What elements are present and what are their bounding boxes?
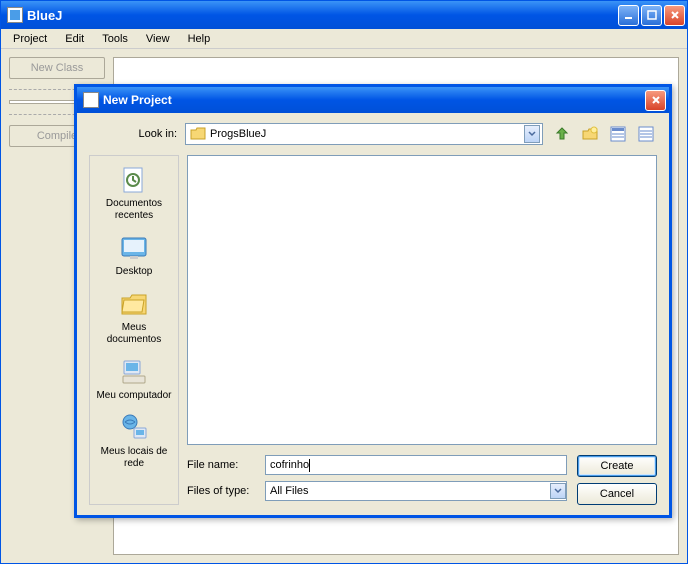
my-documents-icon: [118, 288, 150, 320]
my-computer-icon: [118, 356, 150, 388]
dialog-title: New Project: [103, 93, 645, 107]
files-of-type-label: Files of type:: [187, 485, 257, 497]
desktop-icon: [118, 232, 150, 264]
maximize-button[interactable]: [641, 5, 662, 26]
place-label: Desktop: [116, 266, 153, 278]
look-in-label: Look in:: [89, 128, 177, 140]
file-name-row: File name: cofrinho: [187, 455, 567, 475]
menu-edit[interactable]: Edit: [57, 31, 92, 47]
create-button[interactable]: Create: [577, 455, 657, 477]
files-of-type-value: All Files: [270, 485, 309, 497]
places-bar: Documentos recentes Desktop Meus documen…: [89, 155, 179, 505]
file-name-label: File name:: [187, 459, 257, 471]
place-label: Meus documentos: [94, 322, 174, 346]
place-my-documents[interactable]: Meus documentos: [92, 284, 176, 350]
close-button[interactable]: [664, 5, 685, 26]
files-of-type-combo[interactable]: All Files: [265, 481, 567, 501]
file-name-input[interactable]: cofrinho: [265, 455, 567, 475]
menu-help[interactable]: Help: [180, 31, 219, 47]
dialog-bottom-rows: File name: cofrinho Files of type: All F…: [187, 455, 657, 505]
dialog-body: Look in: ProgsBlueJ Documentos recentes: [77, 113, 669, 515]
dialog-main-area: Documentos recentes Desktop Meus documen…: [89, 155, 657, 505]
file-list-area[interactable]: [187, 155, 657, 445]
menu-view[interactable]: View: [138, 31, 178, 47]
look-in-combo[interactable]: ProgsBlueJ: [185, 123, 543, 145]
dialog-buttons-column: Create Cancel: [577, 455, 657, 505]
menu-project[interactable]: Project: [5, 31, 55, 47]
cancel-button[interactable]: Cancel: [577, 483, 657, 505]
place-label: Documentos recentes: [94, 198, 174, 222]
new-folder-icon[interactable]: [579, 123, 601, 145]
place-label: Meu computador: [96, 390, 171, 402]
files-of-type-row: Files of type: All Files: [187, 481, 567, 501]
dialog-right-column: File name: cofrinho Files of type: All F…: [187, 155, 657, 505]
chevron-down-icon[interactable]: [550, 483, 566, 499]
dialog-close-button[interactable]: [645, 90, 666, 111]
file-dialog-toolbar: [551, 123, 657, 145]
dialog-app-icon: [83, 92, 99, 108]
place-desktop[interactable]: Desktop: [92, 228, 176, 282]
place-recent-documents[interactable]: Documentos recentes: [92, 160, 176, 226]
look-in-row: Look in: ProgsBlueJ: [89, 123, 657, 145]
menu-tools[interactable]: Tools: [94, 31, 136, 47]
place-label: Meus locais de rede: [94, 446, 174, 470]
main-titlebar: BlueJ: [1, 1, 687, 29]
minimize-button[interactable]: [618, 5, 639, 26]
bluej-app-icon: [7, 7, 23, 23]
folder-icon: [190, 127, 206, 141]
new-project-dialog: New Project Look in: ProgsBlueJ: [74, 84, 672, 518]
dialog-titlebar: New Project: [77, 87, 669, 113]
details-view-icon[interactable]: [635, 123, 657, 145]
fields-column: File name: cofrinho Files of type: All F…: [187, 455, 567, 505]
up-one-level-icon[interactable]: [551, 123, 573, 145]
look-in-value: ProgsBlueJ: [210, 128, 524, 140]
place-my-computer[interactable]: Meu computador: [92, 352, 176, 406]
list-view-icon[interactable]: [607, 123, 629, 145]
menubar: Project Edit Tools View Help: [1, 29, 687, 49]
window-controls: [618, 5, 685, 26]
new-class-button: New Class: [9, 57, 105, 79]
network-places-icon: [118, 412, 150, 444]
place-network[interactable]: Meus locais de rede: [92, 408, 176, 474]
main-window-title: BlueJ: [27, 8, 618, 23]
recent-docs-icon: [118, 164, 150, 196]
chevron-down-icon[interactable]: [524, 125, 540, 143]
file-name-value: cofrinho: [270, 459, 309, 471]
